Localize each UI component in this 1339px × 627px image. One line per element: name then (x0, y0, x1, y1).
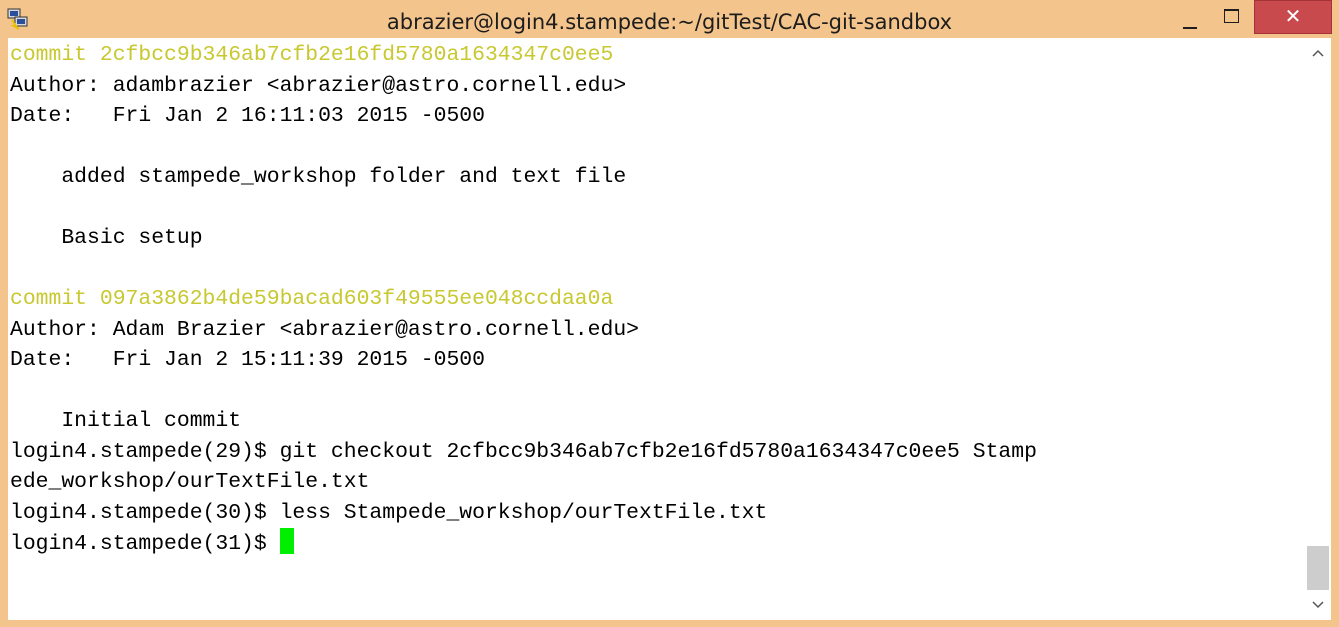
terminal-line: Date: Fri Jan 2 15:11:39 2015 -0500 (10, 345, 485, 375)
window-title: abrazier@login4.stampede:~/gitTest/CAC-g… (386, 10, 953, 34)
minimize-icon (1183, 27, 1197, 29)
terminal-line-text: Initial commit (10, 409, 242, 433)
terminal-line-text: commit 2cfbcc9b346ab7cfb2e16fd5780a16343… (10, 43, 614, 67)
terminal-line-text: Date: Fri Jan 2 15:11:39 2015 -0500 (10, 348, 485, 372)
terminal-line: added stampede_workshop folder and text … (10, 162, 626, 192)
terminal-line-text: Author: Adam Brazier <abrazier@astro.cor… (10, 317, 639, 342)
commit-hash-line: commit 097a3862b4de59bacad603f49555ee048… (10, 284, 613, 314)
terminal-line-text: Author: adambrazier <abrazier@astro.corn… (10, 73, 627, 98)
maximize-button[interactable] (1212, 0, 1252, 38)
scroll-up-arrow-icon[interactable] (1305, 38, 1331, 68)
scrollbar-thumb[interactable] (1307, 546, 1329, 590)
putty-window: abrazier@login4.stampede:~/gitTest/CAC-g… (0, 0, 1339, 627)
terminal-line: ede_workshop/ourTextFile.txt (10, 467, 369, 497)
terminal-line: Initial commit (10, 406, 241, 436)
scroll-down-arrow-icon[interactable] (1305, 590, 1331, 620)
terminal-line: login4.stampede(29)$ git checkout 2cfbcc… (10, 437, 1037, 467)
commit-hash-line: commit 2cfbcc9b346ab7cfb2e16fd5780a16343… (10, 40, 613, 70)
terminal-line: Date: Fri Jan 2 16:11:03 2015 -0500 (10, 101, 485, 131)
terminal-line-text: Date: Fri Jan 2 16:11:03 2015 -0500 (10, 104, 485, 128)
terminal-line: Basic setup (10, 223, 203, 253)
terminal-line-text: ede_workshop/ourTextFile.txt (10, 470, 370, 494)
close-icon: ✕ (1284, 4, 1302, 28)
minimize-button[interactable] (1170, 0, 1210, 38)
terminal-output[interactable]: commit 2cfbcc9b346ab7cfb2e16fd5780a16343… (8, 38, 1331, 620)
title-bar[interactable]: abrazier@login4.stampede:~/gitTest/CAC-g… (0, 0, 1339, 38)
text-cursor (279, 528, 294, 554)
terminal-line: login4.stampede(30)$ less Stampede_works… (10, 498, 767, 528)
terminal-line-text: login4.stampede(31)$ (10, 532, 280, 556)
terminal-line-text: login4.stampede(30)$ less Stampede_works… (10, 500, 768, 525)
terminal-line-text: commit 097a3862b4de59bacad603f49555ee048… (10, 287, 614, 311)
vertical-scrollbar[interactable] (1305, 38, 1331, 620)
terminal-line-text: login4.stampede(29)$ git checkout 2cfbcc… (10, 439, 1037, 464)
terminal-line-text: Basic setup (10, 226, 203, 250)
terminal-line: Author: adambrazier <abrazier@astro.corn… (10, 71, 626, 101)
putty-icon[interactable] (6, 6, 30, 30)
terminal-line: Author: Adam Brazier <abrazier@astro.cor… (10, 315, 639, 345)
terminal-line-text: added stampede_workshop folder and text … (10, 165, 627, 189)
maximize-icon (1224, 9, 1239, 23)
shell-prompt-line: login4.stampede(31)$ (10, 528, 294, 558)
close-button[interactable]: ✕ (1254, 0, 1332, 34)
